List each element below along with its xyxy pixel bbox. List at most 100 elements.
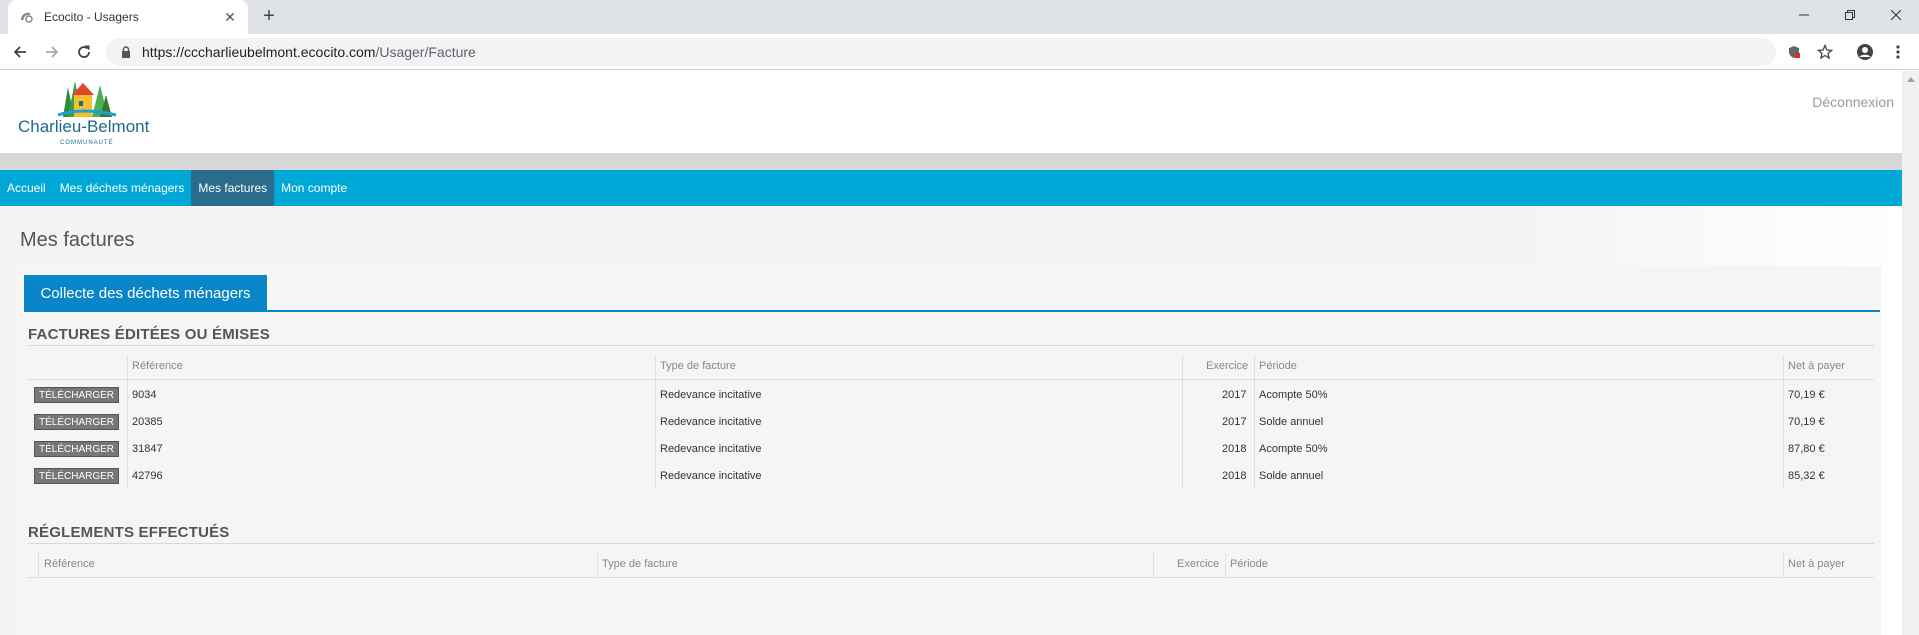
minimize-icon — [1799, 14, 1809, 16]
browser-menu-button[interactable] — [1888, 42, 1908, 62]
main-nav: Accueil Mes déchets ménagers Mes facture… — [0, 170, 1902, 206]
col-header-reference: Référence — [44, 558, 95, 570]
account-button[interactable] — [1855, 42, 1875, 62]
back-button[interactable] — [8, 40, 32, 64]
scroll-up-arrow-icon[interactable] — [1907, 77, 1915, 82]
cell-reference: 9034 — [132, 389, 157, 401]
cell-periode: Acompte 50% — [1259, 443, 1328, 455]
url-path: /Usager/Facture — [375, 44, 476, 60]
close-icon — [1891, 10, 1901, 20]
maximize-button[interactable] — [1827, 0, 1873, 30]
url-host: https://cccharlieubelmont.ecocito.com — [142, 44, 376, 60]
browser-tab-bar: Ecocito - Usagers ✕ + — [0, 0, 1919, 34]
col-header-type: Type de facture — [602, 558, 678, 570]
col-separator — [38, 553, 39, 577]
header-divider — [0, 153, 1902, 170]
cell-reference: 42796 — [132, 470, 163, 482]
address-bar[interactable]: https://cccharlieubelmont.ecocito.com/Us… — [106, 38, 1776, 66]
new-tab-button[interactable]: + — [258, 6, 280, 28]
col-header-exercice: Exercice — [1206, 360, 1249, 372]
logo-name: Charlieu-Belmont — [18, 117, 150, 136]
close-window-button[interactable] — [1873, 0, 1919, 30]
cell-type: Redevance incitative — [660, 443, 762, 455]
maximize-icon — [1845, 10, 1855, 20]
minimize-button[interactable] — [1781, 0, 1827, 30]
tab-title: Ecocito - Usagers — [44, 10, 139, 24]
col-header-net: Net à payer — [1788, 360, 1845, 372]
nav-item-accueil[interactable]: Accueil — [0, 170, 53, 206]
site-security-button[interactable] — [1784, 42, 1804, 62]
cell-type: Redevance incitative — [660, 470, 762, 482]
col-separator — [1254, 355, 1255, 489]
cell-type: Redevance incitative — [660, 389, 762, 401]
header-rule — [28, 577, 1874, 578]
col-header-type: Type de facture — [660, 360, 736, 372]
site-logo[interactable]: Charlieu-Belmont COMMUNAUTÉ — [8, 77, 158, 149]
col-separator — [1182, 355, 1183, 489]
logo-sub: COMMUNAUTÉ — [60, 140, 114, 146]
tab-collecte[interactable]: Collecte des déchets ménagers — [24, 275, 267, 311]
col-header-net: Net à payer — [1788, 558, 1845, 570]
col-header-periode: Période — [1259, 360, 1297, 372]
cell-reference: 20385 — [132, 416, 163, 428]
lock-icon — [122, 46, 130, 58]
header-rule — [28, 379, 1874, 380]
invoices-section-title: FACTURES ÉDITÉES OU ÉMISES — [28, 326, 270, 343]
download-button[interactable]: TÉLÉCHARGER — [34, 468, 119, 484]
download-button[interactable]: TÉLÉCHARGER — [34, 441, 119, 457]
download-button[interactable]: TÉLÉCHARGER — [34, 414, 119, 430]
url-text: https://cccharlieubelmont.ecocito.com/Us… — [142, 44, 476, 60]
cell-net: 85,32 € — [1788, 470, 1825, 482]
cell-reference: 31847 — [132, 443, 163, 455]
menu-dots-icon — [1896, 45, 1900, 59]
cell-periode: Acompte 50% — [1259, 389, 1328, 401]
cell-exercice: 2018 — [1222, 470, 1247, 482]
payments-section-title: RÉGLEMENTS EFFECTUÉS — [28, 524, 230, 541]
col-header-reference: Référence — [132, 360, 183, 372]
col-separator — [1153, 553, 1154, 577]
browser-toolbar: https://cccharlieubelmont.ecocito.com/Us… — [0, 34, 1919, 70]
reload-icon — [78, 45, 90, 58]
tab-underline — [24, 310, 1880, 312]
content-panel — [20, 266, 1881, 635]
account-icon — [1857, 44, 1873, 60]
reload-button[interactable] — [72, 40, 96, 64]
col-separator — [1783, 553, 1784, 577]
col-separator — [1225, 553, 1226, 577]
col-separator — [655, 355, 656, 489]
download-button[interactable]: TÉLÉCHARGER — [34, 387, 119, 403]
cell-exercice: 2018 — [1222, 443, 1247, 455]
tab-close-button[interactable]: ✕ — [222, 9, 238, 26]
page-title: Mes factures — [20, 229, 135, 251]
forward-arrow-icon — [46, 46, 59, 58]
page-scrollbar[interactable] — [1902, 71, 1919, 635]
cell-net: 87,80 € — [1788, 443, 1825, 455]
cell-exercice: 2017 — [1222, 416, 1247, 428]
cell-exercice: 2017 — [1222, 389, 1247, 401]
shield-icon — [1789, 46, 1800, 58]
cell-net: 70,19 € — [1788, 389, 1825, 401]
page: Charlieu-Belmont COMMUNAUTÉ Déconnexion … — [0, 71, 1902, 635]
cell-periode: Solde annuel — [1259, 470, 1324, 482]
cell-net: 70,19 € — [1788, 416, 1825, 428]
payments-section-line — [28, 543, 1874, 544]
logo-icon — [57, 81, 117, 117]
invoices-section-line — [28, 345, 1874, 346]
nav-item-mon-compte[interactable]: Mon compte — [274, 170, 354, 206]
col-separator — [1783, 355, 1784, 489]
nav-item-mes-factures[interactable]: Mes factures — [191, 170, 275, 206]
forward-button[interactable] — [40, 40, 64, 64]
col-separator — [127, 355, 128, 489]
nav-item-mes-dechets[interactable]: Mes déchets ménagers — [53, 170, 192, 206]
back-arrow-icon — [13, 46, 26, 58]
browser-tab[interactable]: Ecocito - Usagers ✕ — [8, 0, 248, 34]
col-header-periode: Période — [1230, 558, 1268, 570]
logout-link[interactable]: Déconnexion — [1812, 94, 1894, 110]
bookmark-button[interactable] — [1815, 42, 1835, 62]
cell-periode: Solde annuel — [1259, 416, 1324, 428]
favicon-icon — [21, 12, 33, 23]
col-separator — [597, 553, 598, 577]
star-icon — [1817, 44, 1833, 60]
site-header: Charlieu-Belmont COMMUNAUTÉ Déconnexion — [0, 71, 1902, 153]
col-header-exercice: Exercice — [1177, 558, 1220, 570]
